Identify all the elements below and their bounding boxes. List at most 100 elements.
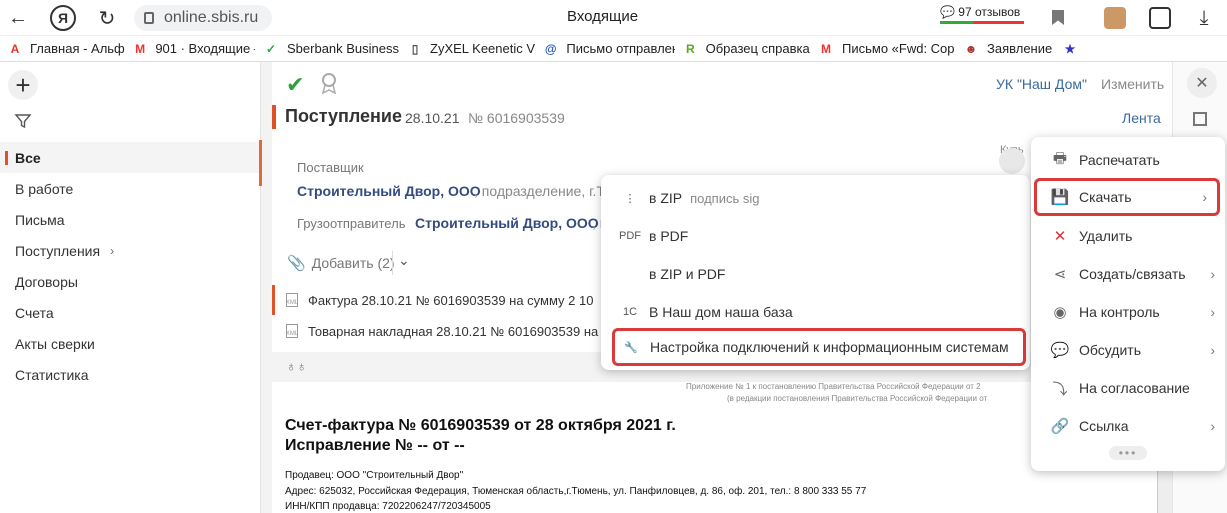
download-option-hint: подпись sig (690, 190, 760, 206)
bookmark-label: ZyXEL Keenetic Viva (430, 41, 535, 56)
bookmark-item[interactable]: ✓ Sberbank Business (255, 41, 400, 57)
change-link[interactable]: Изменить (1101, 76, 1164, 92)
sidebar-item-label: Договоры (15, 273, 78, 290)
document-number: № 6016903539 (468, 110, 565, 126)
sidebar-item[interactable]: Все (0, 142, 260, 173)
supplier-name[interactable]: Строительный Двор, ООО (297, 183, 481, 199)
bookmark-label: Образец справка с (705, 41, 810, 56)
back-arrow-icon[interactable]: ← (6, 6, 30, 30)
sidebar-item-label: Статистика (15, 366, 89, 383)
download-option[interactable]: ⋮ в ZIP подпись sig (601, 179, 1030, 217)
reviews-badge[interactable]: 💬 97 отзывов (940, 5, 1024, 24)
add-attachment-label: Добавить (2) (311, 255, 395, 271)
sidebar-item[interactable]: Счета (0, 297, 260, 328)
invoice-correction: Исправление № -- от -- (285, 437, 465, 454)
download-option[interactable]: 🔧 Настройка подключений к информационным … (612, 328, 1026, 366)
menu-item-label: На контроль (1079, 304, 1160, 320)
menu-item[interactable]: ◉ На контроль › (1031, 293, 1225, 331)
menu-item-label: Скачать (1079, 189, 1132, 205)
url-text: online.sbis.ru (164, 9, 259, 26)
sidebar-item[interactable]: Статистика (0, 359, 260, 390)
menu-item[interactable]: ⤵ На согласование (1031, 369, 1225, 407)
document-preview: Приложение № 1 к постановлению Правитель… (272, 382, 1158, 513)
chevron-right-icon: › (1210, 342, 1215, 358)
sber-icon: ✓ (265, 41, 277, 56)
reviews-text: 97 отзывов (958, 5, 1021, 19)
appendix-note-1: Приложение № 1 к постановлению Правитель… (686, 382, 981, 391)
bookmark-flag-icon[interactable] (1052, 10, 1064, 25)
document-title: Поступление (285, 106, 403, 126)
sidebar-item[interactable]: В работе (0, 173, 260, 204)
add-attachment-button[interactable]: 📎 Добавить (2) (287, 254, 395, 272)
chevron-right-icon: › (1202, 189, 1207, 205)
browser-toolbar: ← Я ↻ online.sbis.ru Входящие 💬 97 отзыв… (0, 0, 1227, 36)
menu-item[interactable]: 🔗 Ссылка › (1031, 407, 1225, 445)
menu-item-label: Создать/связать (1079, 266, 1186, 282)
download-icon[interactable]: ⤓ (1192, 6, 1216, 30)
address-bar[interactable]: online.sbis.ru (134, 5, 272, 31)
chat-icon: 💬 (1050, 342, 1070, 359)
bookmark-item[interactable]: ☻ Заявление (955, 41, 1055, 57)
lock-icon (144, 12, 154, 24)
context-menu: ••• 🖶 Распечатать 💾 Скачать › ✕ Удалить ⋖ Создат… (1031, 137, 1225, 471)
menu-item[interactable]: ⋖ Создать/связать › (1031, 255, 1225, 293)
more-menu-button[interactable]: ••• (1109, 446, 1147, 460)
bookmark-item[interactable]: A Главная - Альфа-Б (0, 41, 125, 57)
attachment-row[interactable]: XML Фактура 28.10.21 № 6016903539 на сумм… (272, 285, 602, 315)
download-option-label: В Наш дом наша база (649, 304, 793, 320)
organization-link[interactable]: УК "Наш Дом" (996, 76, 1087, 92)
seal-icon[interactable] (320, 72, 338, 94)
close-round-icon[interactable] (999, 148, 1025, 174)
sidebar-item[interactable]: Письма (0, 204, 260, 235)
feed-link[interactable]: Лента (1122, 110, 1161, 126)
chevron-right-icon: › (1210, 304, 1215, 320)
download-option[interactable]: PDF в PDF (601, 217, 1030, 255)
sidebar-item[interactable]: Поступления › (0, 235, 260, 266)
star-icon: ★ (1064, 41, 1076, 56)
yandex-icon[interactable]: Я (50, 5, 76, 31)
menu-item[interactable]: ✕ Удалить (1031, 217, 1225, 255)
address-line: Адрес: 625032, Российская Федерация, Тюм… (285, 486, 867, 497)
xml-file-icon: XML (286, 324, 298, 338)
bookmark-item[interactable]: R Образец справка с (675, 41, 810, 57)
appendix-note-2: (в редакции постановления Правительства … (727, 394, 988, 403)
bookmark-item[interactable]: M 901 · Входящие — (125, 41, 255, 57)
bookmark-item[interactable]: ★ (1055, 41, 1085, 57)
check-icon[interactable]: ✔ (286, 72, 304, 98)
shipper-label: Грузоотправитель (297, 216, 406, 231)
bookmark-item[interactable]: ▯ ZyXEL Keenetic Viva (400, 41, 535, 57)
alpha-icon: A (10, 41, 20, 56)
reload-icon[interactable]: ↻ (95, 6, 119, 30)
bookmark-label: 901 · Входящие — (155, 41, 255, 56)
download-option[interactable]: в ZIP и PDF (601, 255, 1030, 293)
page-title: Входящие (567, 8, 639, 25)
extension-avatar-icon[interactable] (1104, 7, 1126, 29)
bookmarks-bar: A Главная - Альфа-Б M 901 · Входящие — ✓ Sber… (0, 36, 1227, 62)
sidebar-item-label: Акты сверки (15, 335, 95, 352)
sidebar-item-label: В работе (15, 180, 74, 197)
download-option-label: Настройка подключений к информационным с… (650, 339, 1009, 355)
menu-item[interactable]: 💬 Обсудить › (1031, 331, 1225, 369)
extensions-icon[interactable] (1149, 7, 1171, 29)
title-accent (272, 105, 276, 129)
sidebar-item[interactable]: Договоры (0, 266, 260, 297)
rating-bar (940, 21, 1024, 24)
attachment-row[interactable]: XML Товарная накладная 28.10.21 № 6016903… (272, 316, 602, 346)
bookmark-item[interactable]: @ Письмо отправлен (535, 41, 675, 57)
delete-icon: ✕ (1053, 228, 1067, 245)
shipper-name[interactable]: Строительный Двор, ООО (415, 215, 599, 231)
menu-item[interactable]: 🖶 Распечатать (1031, 141, 1225, 179)
signature-seals-icon: ♁♁ (286, 358, 307, 374)
restore-window-icon[interactable] (1193, 112, 1207, 126)
filter-icon[interactable] (14, 112, 32, 130)
sidebar-item[interactable]: Акты сверки (0, 328, 260, 359)
bookmark-item[interactable]: M Письмо «Fwd: Cop (810, 41, 955, 57)
menu-item-label: На согласование (1079, 380, 1190, 396)
close-icon[interactable]: ✕ (1187, 68, 1217, 98)
bookmark-label: Письмо отправлен (566, 41, 675, 56)
download-option[interactable]: 1С В Наш дом наша база (601, 293, 1030, 331)
chevron-down-icon[interactable]: ⌄ (398, 252, 410, 269)
sidebar: + Все В работе Письма Поступления › Договоры С… (0, 62, 260, 513)
add-button[interactable]: + (8, 70, 38, 100)
menu-item[interactable]: 💾 Скачать › (1034, 178, 1220, 216)
